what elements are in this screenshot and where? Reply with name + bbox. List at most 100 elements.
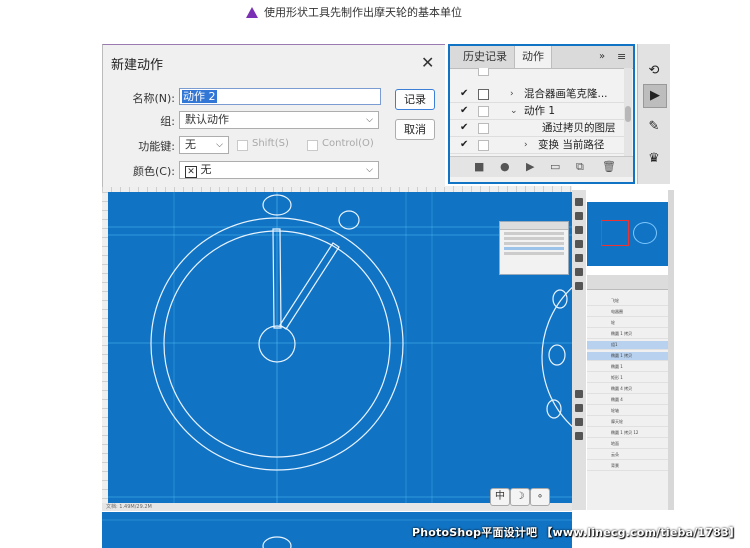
layer-name: 椭圆 1 拷贝 bbox=[611, 331, 633, 336]
clipped-row bbox=[450, 68, 624, 76]
chevron-right-icon[interactable]: › bbox=[524, 137, 528, 153]
record-button[interactable]: 记录 bbox=[395, 89, 435, 110]
tool-icons-strip[interactable] bbox=[572, 190, 586, 510]
caption-text: 使用形状工具先制作出摩天轮的基本单位 bbox=[264, 6, 462, 19]
layer-row[interactable]: 椭圆 4 bbox=[587, 396, 668, 405]
play-icon[interactable]: ▶ bbox=[526, 160, 534, 173]
stop-icon[interactable]: ■ bbox=[474, 160, 484, 173]
group-value: 默认动作 bbox=[185, 113, 229, 126]
tab-history[interactable]: 历史记录 bbox=[456, 46, 514, 68]
layer-row[interactable]: 矩形 1 bbox=[587, 374, 668, 383]
layer-name: 轮 bbox=[611, 320, 615, 325]
moon-icon[interactable]: ☽ bbox=[510, 488, 530, 506]
layer-row[interactable]: 组1 bbox=[587, 341, 668, 350]
new-action-icon[interactable]: ⧉ bbox=[576, 160, 584, 174]
layer-name: 地面 bbox=[611, 441, 619, 446]
panel-tab-bar: 历史记录 动作 » ≡ bbox=[450, 46, 633, 69]
function-key-label: 功能键: bbox=[138, 140, 175, 153]
input-method-button[interactable]: 中 bbox=[490, 488, 510, 506]
dialog-title: 新建动作 bbox=[111, 58, 164, 73]
panel-scrollbar[interactable] bbox=[668, 190, 674, 510]
action-name-value: 动作 2 bbox=[182, 90, 217, 103]
settings-dot-icon[interactable]: ∘ bbox=[530, 488, 550, 506]
actions-play-icon[interactable]: ▶ bbox=[643, 84, 667, 108]
cancel-button[interactable]: 取消 bbox=[395, 119, 435, 140]
chevron-down-icon[interactable]: ⌄ bbox=[510, 103, 518, 119]
panel-footer-toolbar: ■ ● ▶ ▭ ⧉ 🗑 bbox=[450, 156, 633, 177]
document-canvas[interactable] bbox=[102, 186, 572, 510]
history-icon[interactable]: ⟲ bbox=[643, 60, 665, 82]
panel-menu-icon[interactable]: ≡ bbox=[610, 46, 633, 68]
action-row[interactable]: ✔ ⌄ 动作 1 bbox=[450, 103, 624, 120]
layer-row[interactable]: 电器圈 bbox=[587, 308, 668, 317]
close-icon[interactable]: ✕ bbox=[421, 53, 434, 72]
color-select[interactable]: ✕ 无 ⌵ bbox=[179, 161, 379, 179]
chevron-right-icon[interactable]: › bbox=[510, 86, 514, 102]
check-icon: ✔ bbox=[460, 105, 469, 116]
layer-name: 椭圆 1 bbox=[611, 364, 623, 369]
action-row[interactable]: ✔ › 变换 当前路径 bbox=[450, 137, 624, 154]
brush-icon[interactable]: ✎ bbox=[643, 116, 665, 138]
layer-name: 椭圆 1 拷贝 12 bbox=[611, 430, 639, 435]
trash-icon[interactable]: 🗑 bbox=[602, 160, 616, 173]
dialog-toggle-box[interactable] bbox=[478, 140, 489, 151]
layer-name: 电器圈 bbox=[611, 309, 623, 314]
chevron-down-icon: ⌵ bbox=[366, 115, 373, 125]
layer-name: 摩天轮 bbox=[611, 419, 623, 424]
layer-row[interactable]: 云朵 bbox=[587, 451, 668, 460]
color-label: 颜色(C): bbox=[133, 165, 175, 178]
layer-row[interactable]: 椭圆 1 拷贝 12 bbox=[587, 429, 668, 438]
dialog-toggle-box[interactable] bbox=[478, 123, 489, 134]
layer-name: 云朵 bbox=[611, 452, 619, 457]
new-set-folder-icon[interactable]: ▭ bbox=[550, 160, 560, 173]
vertical-ruler[interactable] bbox=[102, 192, 108, 509]
new-action-dialog: 新建动作 ✕ 名称(N): 动作 2 组: 默认动作 ⌵ 功能键: 无 ⌵ Sh… bbox=[102, 44, 445, 187]
layer-row[interactable]: 飞轮 bbox=[587, 297, 668, 306]
dialog-toggle-box[interactable] bbox=[478, 89, 489, 100]
layer-row[interactable]: 椭圆 4 拷贝 bbox=[587, 385, 668, 394]
action-row-label: 动作 1 bbox=[524, 105, 556, 117]
layer-row[interactable]: 椭圆 1 bbox=[587, 363, 668, 372]
function-key-value: 无 bbox=[185, 138, 196, 151]
layer-row[interactable]: 背景 bbox=[587, 462, 668, 471]
tab-actions[interactable]: 动作 bbox=[514, 46, 552, 68]
layer-row[interactable]: 摩天轮 bbox=[587, 418, 668, 427]
action-row[interactable]: ✔ 通过拷贝的图层 bbox=[450, 120, 624, 137]
brush-presets-icon[interactable]: ♛ bbox=[643, 148, 665, 170]
layer-name: 椭圆 4 拷贝 bbox=[611, 386, 633, 391]
no-color-x-icon: ✕ bbox=[185, 166, 197, 178]
layer-name: 椭圆 1 拷贝 bbox=[611, 353, 633, 358]
layer-row[interactable]: 椭圆 1 拷贝 bbox=[587, 352, 668, 361]
layers-panel[interactable]: 飞轮电器圈轮椭圆 1 拷贝 组1 椭圆 1 拷贝 椭圆 1 矩形 1 椭圆 4 拷贝椭圆 … bbox=[587, 275, 668, 510]
action-row[interactable]: ✔ › 混合器画笔克隆... bbox=[450, 86, 624, 103]
watermark: PhotoShop平面设计吧 【www.linecg.com/tieba/178… bbox=[412, 526, 741, 539]
docked-panel-icons: ⟲ ▶ ✎ ♛ bbox=[637, 44, 670, 184]
check-icon: ✔ bbox=[460, 88, 469, 99]
action-row-label: 混合器画笔克隆... bbox=[524, 88, 608, 100]
color-value: 无 bbox=[200, 163, 212, 176]
action-row-label: 通过拷贝的图层 bbox=[542, 122, 616, 134]
control-checkbox[interactable] bbox=[307, 140, 318, 151]
group-select[interactable]: 默认动作 ⌵ bbox=[179, 111, 379, 129]
record-icon[interactable]: ● bbox=[500, 160, 510, 173]
panel-scrollbar[interactable] bbox=[624, 68, 632, 156]
layer-row[interactable]: 轮 bbox=[587, 319, 668, 328]
actions-panel: 历史记录 动作 » ≡ ✔ › 混合器画笔克隆... ✔ ⌄ 动作 1 ✔ 通过… bbox=[448, 44, 635, 184]
navigator-thumbnail[interactable] bbox=[587, 202, 668, 266]
layer-name: 组1 bbox=[611, 342, 618, 347]
triangle-bullet-icon bbox=[246, 6, 258, 18]
dialog-toggle-box[interactable] bbox=[478, 106, 489, 117]
action-row-label: 变换 当前路径 bbox=[538, 139, 605, 151]
layer-row[interactable]: 椭圆 1 拷贝 bbox=[587, 330, 668, 339]
layer-row[interactable]: 轮轴 bbox=[587, 407, 668, 416]
layer-name: 轮轴 bbox=[611, 408, 619, 413]
layer-name: 背景 bbox=[611, 463, 619, 468]
group-label: 组: bbox=[160, 115, 175, 128]
name-label: 名称(N): bbox=[132, 92, 175, 105]
function-key-select[interactable]: 无 ⌵ bbox=[179, 136, 229, 154]
control-label: Control(O) bbox=[322, 138, 374, 149]
layer-row[interactable]: 地面 bbox=[587, 440, 668, 449]
check-icon: ✔ bbox=[460, 139, 469, 150]
action-name-field[interactable]: 动作 2 bbox=[179, 88, 381, 105]
shift-checkbox[interactable] bbox=[237, 140, 248, 151]
